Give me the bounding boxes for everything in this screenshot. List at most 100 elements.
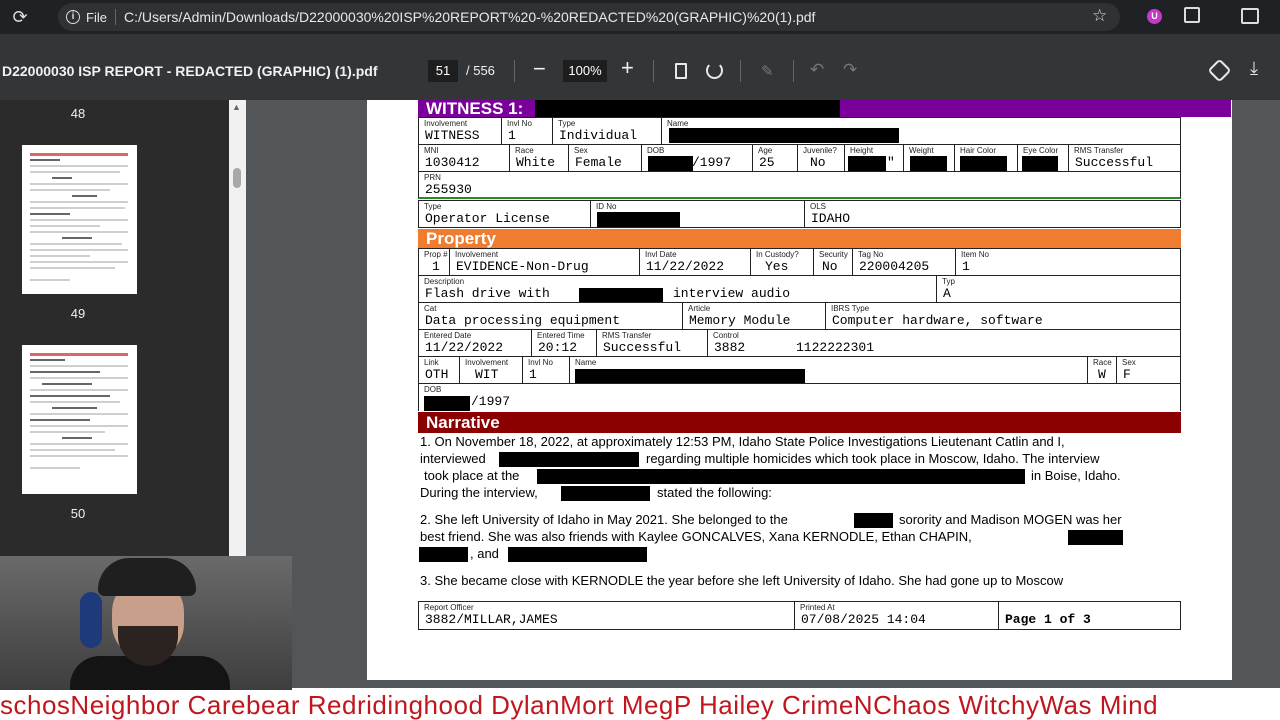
tab-search-icon[interactable] — [1241, 8, 1259, 24]
thumbnail-text-line — [30, 213, 70, 215]
property-description-field: Description Flash drive with interview aud… — [418, 275, 937, 303]
extensions-puzzle-icon[interactable] — [1184, 7, 1200, 23]
field-value: 255930 — [425, 182, 472, 197]
field-value: 3882/MILLAR,JAMES — [425, 612, 558, 627]
redaction-bar — [579, 288, 663, 303]
field-label: Entered Time — [537, 331, 585, 340]
annotate-pen-icon[interactable]: ✎ — [761, 62, 774, 80]
save-to-drive-icon[interactable] — [1207, 58, 1232, 83]
field-label: MNI — [424, 146, 439, 155]
download-icon[interactable]: ⤓ — [1250, 58, 1258, 79]
zoom-out-button[interactable]: − — [533, 56, 546, 82]
redaction-bar — [910, 156, 947, 171]
field-label: Typ — [942, 277, 955, 286]
thumbnail-text-line — [30, 401, 120, 403]
field-value: Female — [575, 155, 622, 170]
thumbnail-text-line — [30, 371, 100, 373]
field-label: Invl No — [507, 119, 532, 128]
headphone-icon — [80, 592, 102, 648]
property-control-field: Control 3882 1122222301 — [707, 329, 1181, 357]
field-label: Sex — [574, 146, 588, 155]
witness-mni-field: MNI 1030412 — [418, 144, 510, 172]
field-label: Entered Date — [424, 331, 472, 340]
undo-icon[interactable]: ↶ — [810, 60, 824, 80]
thumbnail-page-number: 49 — [70, 306, 86, 321]
info-icon[interactable]: i — [66, 10, 80, 24]
redaction-bar — [960, 156, 1007, 171]
zoom-level-input[interactable]: 100% — [563, 60, 607, 82]
file-label: File — [86, 9, 107, 25]
thumbnail-page-number: 50 — [70, 506, 86, 521]
property-security-field: Security No — [813, 248, 853, 276]
thumbnail-text-line — [30, 153, 128, 156]
thumbnail-text-line — [30, 377, 128, 379]
field-value: 1030412 — [425, 155, 480, 170]
link-dob-field: DOB/1997 — [418, 383, 1181, 411]
property-entered-time-field: Entered Time 20:12 — [531, 329, 597, 357]
redaction-bar — [575, 369, 805, 384]
reload-icon[interactable]: ⟳ — [0, 7, 40, 28]
field-value: No — [810, 155, 826, 170]
thumbnail-text-line — [30, 425, 128, 427]
bookmark-star-icon[interactable]: ☆ — [1092, 6, 1107, 26]
witness-sex-field: Sex Female — [568, 144, 642, 172]
field-label: Article — [688, 304, 711, 313]
field-value: " — [887, 155, 895, 170]
field-label: Prop # — [424, 250, 448, 259]
redaction-bar — [597, 212, 680, 227]
thumbnail-text-line — [30, 249, 128, 251]
thumbnail-text-line — [30, 261, 128, 263]
field-label: Race — [1093, 358, 1112, 367]
field-value: EVIDENCE-Non-Drug — [456, 259, 589, 274]
property-invl-date-field: Invl Date 11/22/2022 — [639, 248, 751, 276]
field-value: 1 — [962, 259, 970, 274]
field-value: 25 — [759, 155, 775, 170]
field-value: /1997 — [471, 394, 511, 409]
zoom-in-button[interactable]: + — [621, 55, 634, 81]
field-label: Involvement — [465, 358, 509, 367]
field-value: 1 — [529, 367, 537, 382]
url-text[interactable]: C:/Users/Admin/Downloads/D22000030%20ISP… — [124, 9, 815, 25]
address-bar[interactable]: i File C:/Users/Admin/Downloads/D2200003… — [58, 3, 1120, 31]
witness-id-type-field: Type Operator License — [418, 200, 591, 228]
link-involvement-field: Involvement WIT — [459, 356, 523, 384]
page-number-input[interactable]: 51 — [428, 60, 458, 82]
field-value: Yes — [765, 259, 789, 274]
redaction-bar — [419, 547, 468, 562]
thumbnail-text-line — [30, 353, 128, 356]
divider — [114, 9, 116, 25]
field-value: 11/22/2022 — [646, 259, 725, 274]
rotate-icon[interactable] — [706, 62, 723, 79]
sidebar-scroll-thumb[interactable] — [233, 168, 241, 188]
field-value: Page 1 of 3 — [1005, 612, 1091, 627]
scroll-up-arrow-icon[interactable]: ▲ — [232, 102, 241, 112]
field-label: Name — [667, 119, 689, 128]
redo-icon[interactable]: ↷ — [843, 60, 857, 80]
narrative-line: in Boise, Idaho. — [1031, 468, 1121, 483]
document-title: D22000030 ISP REPORT - REDACTED (GRAPHIC… — [2, 63, 378, 79]
field-value: 07/08/2025 14:04 — [801, 612, 926, 627]
property-cat-field: Cat Data processing equipment — [418, 302, 683, 330]
narrative-line: During the interview, — [420, 485, 538, 500]
witness-race-field: Race White — [509, 144, 569, 172]
footer-page-field: Page 1 of 3 — [998, 601, 1181, 630]
fit-page-icon[interactable] — [675, 63, 687, 79]
thumbnail-text-line — [30, 431, 105, 433]
thumbnail-sidebar[interactable]: 48 49 50 ▲ — [0, 100, 246, 656]
field-value: 1 — [508, 128, 516, 143]
field-label: ID No — [596, 202, 617, 211]
toolbar-divider — [653, 60, 654, 82]
field-value: A — [943, 286, 951, 301]
thumbnail-page-50[interactable] — [22, 345, 137, 494]
field-label: RMS Transfer — [1074, 146, 1124, 155]
field-value: F — [1123, 367, 1131, 382]
narrative-line: , and — [470, 546, 499, 561]
redaction-bar — [499, 452, 639, 467]
field-label: Link — [424, 358, 439, 367]
field-value: 220004205 — [859, 259, 930, 274]
field-value: Computer hardware, software — [832, 313, 1043, 328]
field-label: PRN — [424, 173, 441, 182]
thumbnail-text-line — [30, 267, 115, 269]
thumbnail-page-49[interactable] — [22, 145, 137, 294]
extension-icon[interactable]: U — [1147, 9, 1162, 24]
